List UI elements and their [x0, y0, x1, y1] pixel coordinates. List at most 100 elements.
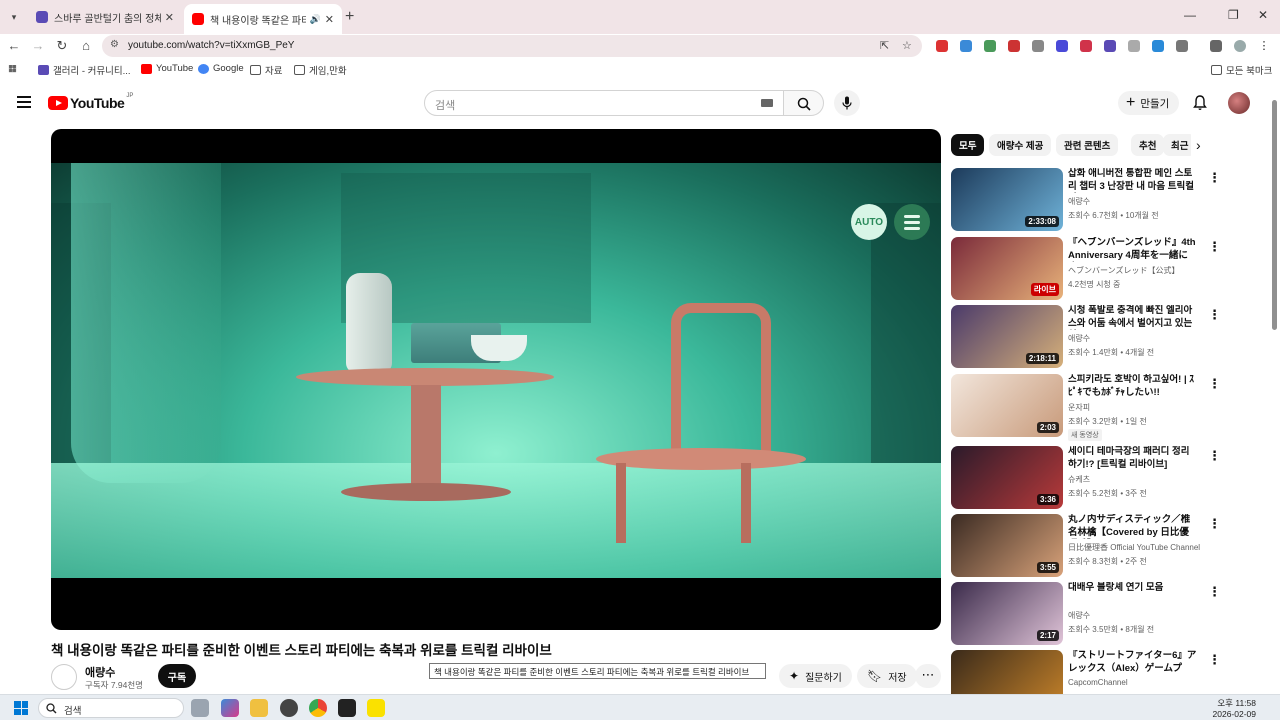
video-thumbnail[interactable]: 2:17 [951, 582, 1063, 645]
scrollbar-thumb[interactable] [1272, 100, 1277, 330]
task-view-icon[interactable] [191, 699, 209, 717]
kebab-menu-icon[interactable]: ⋮ [1208, 170, 1221, 186]
account-avatar[interactable] [1228, 92, 1250, 114]
extension-icon[interactable] [1032, 40, 1044, 52]
extension-icon[interactable] [1080, 40, 1092, 52]
recommendation-channel[interactable]: 슈케츠 [1068, 474, 1090, 485]
apps-icon[interactable]: ▦ [8, 63, 17, 74]
in-video-menu-button[interactable] [894, 204, 930, 240]
home-button[interactable]: ⌂ [78, 38, 94, 53]
youtube-logo[interactable]: YouTube JP [48, 93, 133, 111]
channel-name[interactable]: 애량수 [85, 664, 115, 680]
extension-icon[interactable] [960, 40, 972, 52]
close-icon[interactable]: ✕ [325, 13, 334, 26]
auto-button[interactable]: AUTO [851, 204, 887, 240]
chip-related[interactable]: 관련 콘텐츠 [1056, 134, 1119, 156]
chip-recommended[interactable]: 추천 [1131, 134, 1165, 156]
reload-button[interactable]: ↻ [54, 38, 70, 54]
save-button[interactable]: 🔖︎ 저장 [857, 664, 917, 688]
bookmark-folder[interactable]: 게임,만화 [294, 63, 347, 77]
bookmark-star-icon[interactable]: ☆ [902, 39, 912, 52]
recommendation-channel[interactable]: 애량수 [1068, 196, 1090, 207]
app-icon[interactable] [338, 699, 356, 717]
notifications-button[interactable] [1193, 95, 1207, 114]
download-icon[interactable] [1152, 40, 1164, 52]
restore-button[interactable]: ❐ [1228, 8, 1239, 22]
system-clock[interactable]: 오후 11:58 2026-02-09 [1213, 698, 1256, 720]
back-button[interactable]: ← [6, 38, 22, 53]
extension-icon[interactable] [984, 40, 996, 52]
recommendation-item[interactable]: 3:36 세이디 테마극장의 패러디 정리하기!? [트릭컬 리바이브] 슈케츠 조회… [951, 446, 1221, 510]
more-actions-button[interactable]: ⋯ [915, 664, 941, 688]
video-thumbnail[interactable]: 라이브 [951, 237, 1063, 300]
recommendation-item[interactable]: 2:03 스피키라도 호박이 하고싶어! | ｽﾋﾟｷでもｶﾎﾞﾁｬしたい!! 운자… [951, 374, 1221, 441]
search-input[interactable]: 검색 [424, 90, 784, 116]
kebab-menu-icon[interactable]: ⋮ [1208, 584, 1221, 600]
kebab-menu-icon[interactable]: ⋮ [1208, 307, 1221, 323]
keyboard-icon[interactable] [761, 99, 773, 107]
ask-button[interactable]: ✦ 질문하기 [779, 664, 852, 688]
windows-start-icon[interactable] [14, 701, 28, 715]
chevron-right-icon[interactable]: › [1196, 137, 1201, 153]
tab-search-button[interactable]: ▾ [6, 9, 22, 25]
close-icon[interactable]: ✕ [165, 11, 174, 24]
bookmark-folder[interactable]: 자료 [250, 63, 282, 77]
cast-icon[interactable]: ⇱ [880, 39, 889, 52]
extension-icon[interactable] [1128, 40, 1140, 52]
recommendation-item[interactable]: 3:55 丸ノ内サディスティック／椎名林檎【Covered by 日比優理香】日比… [951, 514, 1221, 578]
voice-search-button[interactable] [834, 90, 860, 116]
video-thumbnail[interactable]: 2:18:11 [951, 305, 1063, 368]
video-thumbnail[interactable]: 2:03 [951, 374, 1063, 437]
search-button[interactable] [784, 90, 824, 116]
all-bookmarks-folder[interactable]: 모든 북마크 [1211, 63, 1272, 77]
video-thumbnail[interactable]: 2:33:08 [951, 168, 1063, 231]
reading-list-icon[interactable] [1210, 40, 1222, 52]
kebab-menu-icon[interactable]: ⋮ [1208, 448, 1221, 464]
recommendation-channel[interactable]: 운자피 [1068, 402, 1090, 413]
chip-all[interactable]: 모두 [951, 134, 985, 156]
channel-avatar[interactable] [51, 664, 77, 690]
forward-button[interactable]: → [30, 38, 46, 53]
bookmark-item[interactable]: YouTube [141, 63, 193, 74]
close-window-button[interactable]: ✕ [1258, 8, 1268, 22]
kebab-menu-icon[interactable]: ⋮ [1208, 652, 1221, 668]
video-player[interactable]: AUTO [51, 129, 941, 630]
recommendation-channel[interactable]: ヘブンバーンズレッド【公式】 [1068, 265, 1179, 276]
tab-active[interactable]: 책 내용이랑 똑같은 파티를 🔊 ✕ [184, 4, 342, 34]
recommendation-channel[interactable]: 日比優理香 Official YouTube Channel [1068, 542, 1200, 553]
bookmark-item[interactable]: Google [198, 63, 244, 74]
recommendation-channel[interactable]: 애량수 [1068, 333, 1090, 344]
page-scrollbar[interactable] [1270, 90, 1278, 690]
address-bar[interactable]: ⚙ youtube.com/watch?v=tiXxmGB_PeY ⇱ ☆ [102, 35, 922, 57]
chip-channel[interactable]: 애량수 제공 [989, 134, 1052, 156]
kakaotalk-icon[interactable] [367, 699, 385, 717]
recommendation-item[interactable]: 2:33:08 삽화 애니버전 통합판 메인 스토리 챕터 3 난장판 내 마음 … [951, 168, 1221, 232]
video-thumbnail[interactable]: 3:36 [951, 446, 1063, 509]
kebab-menu-icon[interactable]: ⋮ [1258, 40, 1270, 52]
extension-icon[interactable] [936, 40, 948, 52]
file-explorer-icon[interactable] [250, 699, 268, 717]
chip-recent[interactable]: 최근 [1163, 134, 1191, 156]
site-info-icon[interactable]: ⚙ [110, 39, 119, 50]
hamburger-menu-icon[interactable] [17, 96, 31, 108]
recommendation-item[interactable]: 라이브 『ヘブンバーンズレッド』4th Anniversary 4周年を一緒に迎.… [951, 237, 1221, 301]
speaker-icon[interactable]: 🔊 [310, 14, 321, 25]
kebab-menu-icon[interactable]: ⋮ [1208, 516, 1221, 532]
bookmark-item[interactable]: 갤러리 - 커뮤니티... [38, 63, 131, 77]
extension-icon[interactable] [1104, 40, 1116, 52]
minimize-button[interactable]: — [1184, 8, 1196, 22]
kebab-menu-icon[interactable]: ⋮ [1208, 376, 1221, 392]
extension-icon[interactable] [1008, 40, 1020, 52]
puzzle-icon[interactable] [1176, 40, 1188, 52]
create-button[interactable]: + 만들기 [1118, 91, 1180, 115]
new-tab-button[interactable]: + [345, 8, 354, 26]
recommendation-channel[interactable]: 애량수 [1068, 610, 1090, 621]
video-thumbnail[interactable]: 3:55 [951, 514, 1063, 577]
chrome-icon[interactable] [309, 699, 327, 717]
kebab-menu-icon[interactable]: ⋮ [1208, 239, 1221, 255]
recommendation-channel[interactable]: CapcomChannel [1068, 678, 1128, 687]
profile-icon[interactable] [1234, 40, 1246, 52]
copilot-icon[interactable] [221, 699, 239, 717]
subscribe-button[interactable]: 구독 [158, 664, 196, 688]
tab-inactive[interactable]: 스바루 골반털기 춤의 정체 - 유 ✕ [28, 4, 182, 30]
